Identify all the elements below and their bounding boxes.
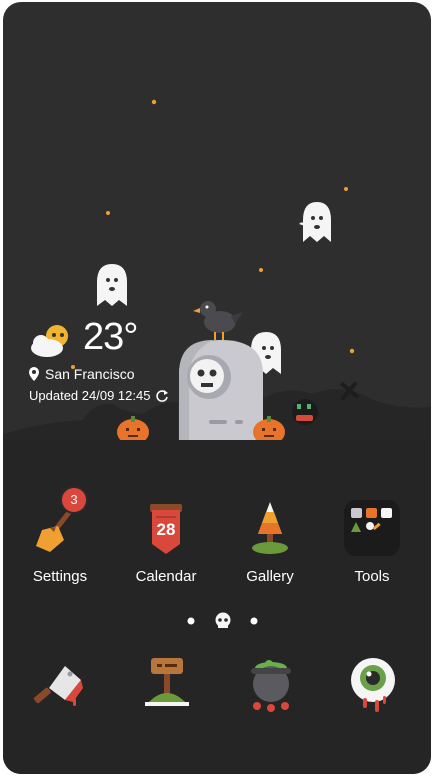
hills [3,401,178,442]
crow-icon [193,301,243,340]
app-settings[interactable]: 3 Settings [15,486,105,585]
home-screen: 23° San Francisco Updated 24/09 12:45 3 [3,2,431,774]
app-label: Calendar [135,568,197,585]
cauldron-icon [251,660,291,712]
refresh-icon[interactable] [155,389,169,403]
partly-cloudy-icon [31,325,68,357]
location-row: San Francisco [29,366,229,382]
calendar-icon: 28 [134,496,198,560]
updated-label: Updated 24/09 12:45 [29,388,151,403]
calendar-date: 28 [156,520,176,539]
folder-icon [340,496,404,560]
notification-badge: 3 [60,486,88,514]
eyeball-icon [351,658,395,712]
dock-item-cauldron[interactable] [239,654,303,718]
star [106,211,110,215]
star [151,99,157,105]
dock-item-signpost[interactable] [135,654,199,718]
creature-icon [292,399,318,425]
page-dot [187,617,195,625]
candy-corn-icon [238,496,302,560]
page-indicator[interactable] [3,611,431,631]
signpost-icon [145,658,189,706]
app-label: Settings [32,568,88,585]
cleaver-icon [33,666,83,706]
temperature: 23° [83,316,138,358]
app-label: Tools [354,568,390,585]
star [349,348,355,354]
ghost-icon [97,264,127,306]
app-tools-folder[interactable]: Tools [327,496,417,585]
updated-row: Updated 24/09 12:45 [29,388,249,403]
app-gallery[interactable]: Gallery [225,496,315,585]
location-pin-icon [29,367,39,381]
dock-item-eyeball[interactable] [341,654,405,718]
star [259,268,263,272]
dock-item-cleaver[interactable] [29,654,93,718]
broom-icon: 3 [28,486,92,560]
ghost-icon [299,202,331,242]
skull-page-indicator-icon [215,612,231,628]
star [344,187,348,191]
wallpaper-scene [3,99,431,445]
location-label: San Francisco [45,366,135,382]
app-calendar[interactable]: 28 Calendar [121,496,211,585]
app-label: Gallery [246,568,294,585]
page-dot [250,617,258,625]
